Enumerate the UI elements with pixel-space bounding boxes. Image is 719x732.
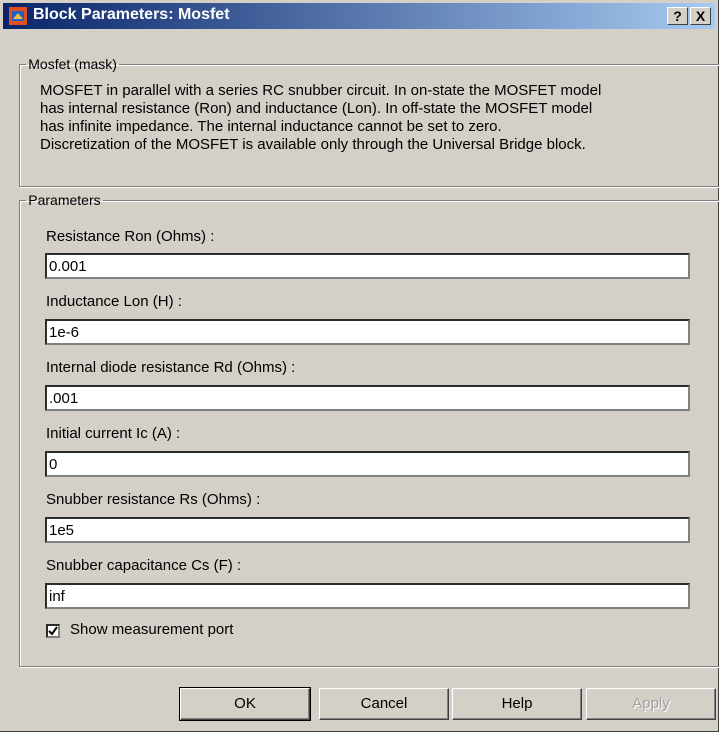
ron-input[interactable]: 0.001: [45, 253, 690, 279]
ic-input[interactable]: 0: [45, 451, 690, 477]
rd-input[interactable]: .001: [45, 385, 690, 411]
show-port-checkbox[interactable]: [46, 624, 60, 638]
simulink-block-icon: [9, 7, 27, 25]
lon-label: Inductance Lon (H) :: [46, 293, 182, 310]
window-title: Block Parameters: Mosfet: [33, 6, 230, 23]
description-line: Discretization of the MOSFET is availabl…: [40, 136, 586, 153]
ok-button[interactable]: OK: [179, 687, 311, 721]
title-bar[interactable]: Block Parameters: Mosfet ? X: [3, 3, 715, 29]
cs-input[interactable]: inf: [45, 583, 690, 609]
description-line: has internal resistance (Ron) and induct…: [40, 100, 593, 117]
checkmark-icon: [48, 626, 58, 636]
show-port-label[interactable]: Show measurement port: [70, 621, 233, 638]
description-line: MOSFET in parallel with a series RC snub…: [40, 82, 602, 99]
dialog-window: Block Parameters: Mosfet ? X Mosfet (mas…: [0, 0, 719, 732]
ic-label: Initial current Ic (A) :: [46, 425, 181, 442]
close-button[interactable]: X: [690, 7, 711, 25]
rs-input[interactable]: 1e5: [45, 517, 690, 543]
cs-label: Snubber capacitance Cs (F) :: [46, 557, 242, 574]
mask-legend: Mosfet (mask): [28, 56, 117, 72]
parameters-legend: Parameters: [28, 192, 101, 208]
lon-input[interactable]: 1e-6: [45, 319, 690, 345]
rs-label: Snubber resistance Rs (Ohms) :: [46, 491, 261, 508]
apply-button[interactable]: Apply: [586, 688, 716, 720]
rd-label: Internal diode resistance Rd (Ohms) :: [46, 359, 296, 376]
help-title-button[interactable]: ?: [667, 7, 688, 25]
description-line: has infinite impedance. The internal ind…: [40, 118, 502, 135]
mask-description: MOSFET in parallel with a series RC snub…: [40, 82, 700, 154]
ron-label: Resistance Ron (Ohms) :: [46, 228, 215, 245]
help-button[interactable]: Help: [452, 688, 582, 720]
cancel-button[interactable]: Cancel: [319, 688, 449, 720]
